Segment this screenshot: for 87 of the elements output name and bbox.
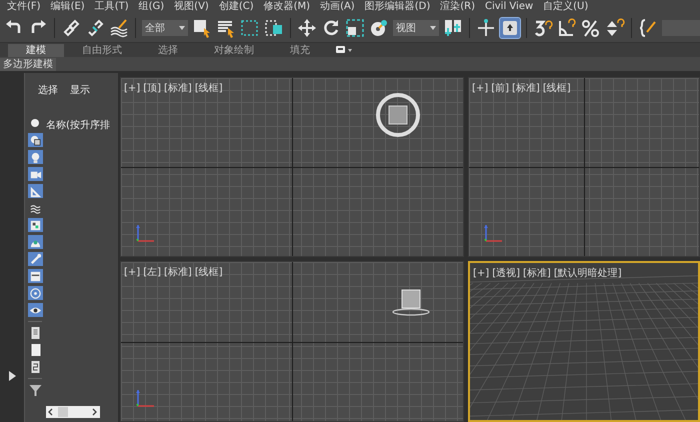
- window-icon: [28, 270, 42, 282]
- menu-item[interactable]: 视图(V): [171, 0, 216, 14]
- viewcube-icon[interactable]: [373, 90, 423, 140]
- snap-icon[interactable]: [533, 18, 553, 38]
- manipulate-icon[interactable]: [476, 18, 496, 38]
- viewport-menu-label[interactable]: [顶]: [143, 81, 161, 95]
- menu-item[interactable]: 图形编辑器(D): [362, 0, 438, 14]
- filter-toggle[interactable]: [28, 286, 42, 300]
- ribbon-tab[interactable]: 建模: [8, 44, 64, 57]
- triangle-ruler-icon: [28, 184, 42, 198]
- viewport-menu-label[interactable]: [前]: [491, 81, 509, 95]
- placement-icon[interactable]: [369, 18, 389, 38]
- filter-toggle[interactable]: [28, 252, 42, 266]
- viewport[interactable]: [+] [透视] [标准] [默认明暗处理]: [468, 261, 700, 422]
- filter-toggle[interactable]: [28, 167, 42, 181]
- funnel-icon[interactable]: [28, 383, 42, 397]
- column-header[interactable]: 名称(按升序排: [46, 119, 110, 132]
- explorer-tab[interactable]: 选择: [38, 83, 58, 97]
- select-object-icon[interactable]: [192, 18, 212, 38]
- filter-toggle[interactable]: [28, 184, 42, 198]
- play-icon[interactable]: [7, 370, 17, 382]
- menu-item[interactable]: 组(G): [136, 0, 172, 14]
- percent-snap-icon[interactable]: [581, 18, 601, 38]
- ribbon-toggle-icon[interactable]: [336, 45, 352, 55]
- grid-square-icon: [28, 218, 42, 232]
- select-by-name-icon[interactable]: [216, 18, 236, 38]
- rectangle-selection-icon[interactable]: [240, 18, 260, 38]
- axis-tripod-icon: [483, 222, 505, 244]
- ribbon-panel-label[interactable]: 多边形建模: [0, 58, 56, 70]
- viewport-menu-label[interactable]: [标准]: [164, 81, 192, 95]
- move-icon[interactable]: [297, 18, 317, 38]
- axis-tripod-icon: [135, 222, 157, 244]
- menu-item[interactable]: 动画(A): [317, 0, 362, 14]
- viewport[interactable]: [+] [顶] [标准] [线框]: [120, 77, 464, 257]
- ribbon-tab[interactable]: 对象绘制: [196, 44, 272, 57]
- menu-item[interactable]: 创建(C): [216, 0, 261, 14]
- menu-item[interactable]: 自定义(U): [540, 0, 596, 14]
- ribbon-tab[interactable]: 自由形式: [64, 44, 140, 57]
- rotate-icon[interactable]: [321, 18, 341, 38]
- scale-icon[interactable]: [345, 18, 365, 38]
- menu-item[interactable]: 编辑(E): [48, 0, 92, 14]
- menu-item[interactable]: 修改器(M): [260, 0, 318, 14]
- window-crossing-icon[interactable]: [264, 18, 284, 38]
- ribbon-tab[interactable]: 填充: [272, 44, 328, 57]
- viewport-menu-label[interactable]: [线框]: [194, 265, 223, 279]
- named-selection-icon[interactable]: [638, 18, 658, 38]
- explorer-tab[interactable]: 显示: [70, 83, 90, 97]
- viewport-menu-label[interactable]: [透视]: [492, 266, 520, 280]
- viewport-menu-label[interactable]: [+]: [124, 265, 140, 279]
- geometry-icon: [28, 134, 42, 146]
- bone-icon: [28, 252, 42, 266]
- caret-icon: [430, 26, 436, 30]
- dot-icon: [31, 119, 39, 127]
- viewport-menu-label[interactable]: [+]: [473, 266, 490, 280]
- filter-toggle[interactable]: [28, 133, 42, 147]
- viewport-menu-label[interactable]: [默认明暗处理]: [554, 266, 622, 280]
- flower-icon: [28, 286, 42, 300]
- axis-tripod-icon: [135, 387, 157, 409]
- selection-filter-dropdown[interactable]: 全部: [142, 20, 188, 36]
- viewport-menu-label[interactable]: [标准]: [512, 81, 540, 95]
- filter-toggle[interactable]: [28, 150, 42, 164]
- viewport[interactable]: [+] [前] [标准] [线框]: [468, 77, 700, 257]
- spinner-snap-icon[interactable]: [605, 18, 625, 38]
- viewport-menu-label[interactable]: [+]: [124, 81, 140, 95]
- keyboard-shortcut-button[interactable]: [500, 18, 520, 38]
- viewport-menu-label[interactable]: [+]: [472, 81, 488, 95]
- filter-toggle[interactable]: [28, 269, 42, 283]
- filter-toggle[interactable]: [28, 303, 42, 317]
- viewport-menu-label[interactable]: [标准]: [523, 266, 551, 280]
- link-icon[interactable]: [61, 18, 81, 38]
- viewport-menu-label[interactable]: [左]: [143, 265, 161, 279]
- menu-item[interactable]: 文件(F): [4, 0, 48, 14]
- menu-item[interactable]: Civil View: [482, 0, 540, 14]
- viewport[interactable]: [+] [左] [标准] [线框]: [120, 261, 464, 422]
- viewport-menu-label[interactable]: [线框]: [194, 81, 223, 95]
- filter-toggle[interactable]: [28, 218, 42, 232]
- pivot-icon[interactable]: [443, 18, 463, 38]
- menu-item[interactable]: 工具(T): [92, 0, 136, 14]
- viewport-menu-label[interactable]: [线框]: [542, 81, 571, 95]
- wave-icon[interactable]: [109, 18, 129, 38]
- viewport-menu-label[interactable]: [标准]: [164, 265, 192, 279]
- ribbon-tab[interactable]: 选择: [140, 44, 196, 57]
- filter-toggle[interactable]: [28, 235, 42, 249]
- caret-icon: [179, 26, 185, 30]
- angle-snap-icon[interactable]: [557, 18, 577, 38]
- reference-coordinate-dropdown[interactable]: 视图: [393, 20, 439, 36]
- menu-item[interactable]: 渲染(R): [437, 0, 482, 14]
